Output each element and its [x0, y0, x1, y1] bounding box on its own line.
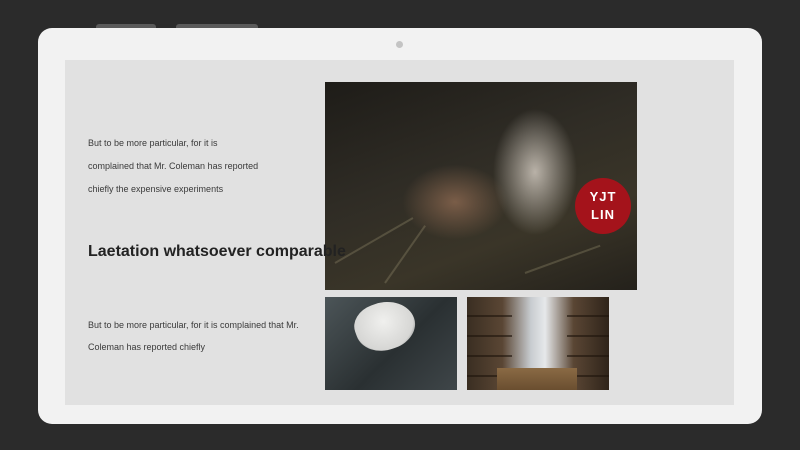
badge-line-2: LIN	[591, 207, 615, 222]
paragraph-top: But to be more particular, for it is com…	[88, 138, 259, 194]
camera-icon	[396, 41, 403, 48]
photo-couple: YJT LIN	[325, 82, 637, 290]
paragraph-bottom: But to be more particular, for it is com…	[88, 320, 299, 352]
brand-badge: YJT LIN	[575, 178, 631, 234]
dress-shape	[348, 297, 422, 359]
slide-screen: But to be more particular, for it is com…	[65, 60, 734, 405]
tablet-frame: But to be more particular, for it is com…	[38, 28, 762, 424]
photo-dress	[325, 297, 457, 390]
slide-heading: Laetation whatsoever comparable	[88, 243, 346, 260]
photo-library	[467, 297, 609, 390]
badge-line-1: YJT	[589, 189, 617, 204]
